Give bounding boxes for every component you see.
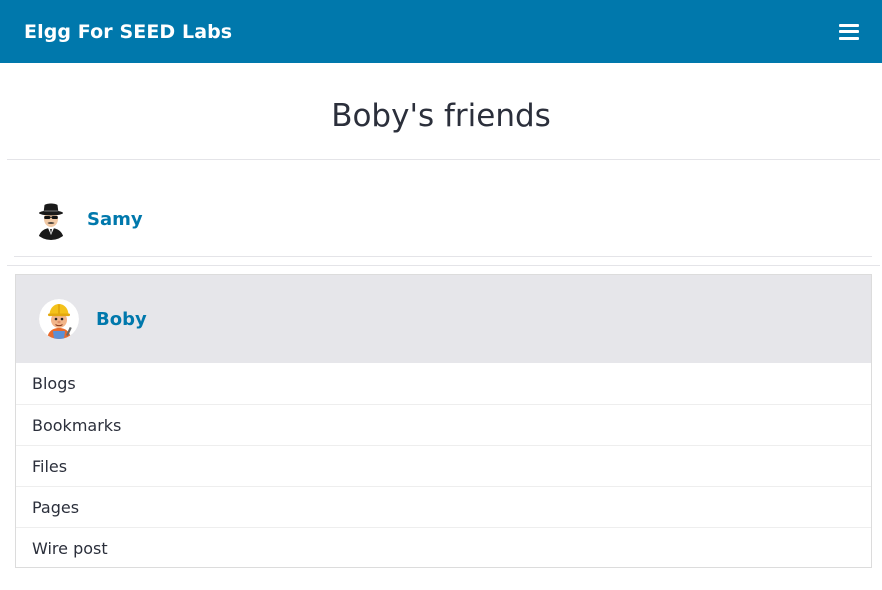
menu-item-wire-post[interactable]: Wire post bbox=[16, 527, 871, 568]
owner-content-menu: Blogs Bookmarks Files Pages Wire post bbox=[16, 363, 871, 568]
menu-item-files[interactable]: Files bbox=[16, 445, 871, 486]
hamburger-menu-button[interactable] bbox=[838, 23, 860, 41]
menu-item-bookmarks[interactable]: Bookmarks bbox=[16, 404, 871, 445]
builder-avatar[interactable] bbox=[39, 299, 79, 339]
menu-item-pages[interactable]: Pages bbox=[16, 486, 871, 527]
site-title-link[interactable]: Elgg For SEED Labs bbox=[24, 21, 232, 43]
owner-block: Boby Blogs Bookmarks Files Pages Wire po… bbox=[15, 274, 872, 568]
friend-list-item: Samy bbox=[14, 183, 872, 257]
hamburger-icon bbox=[839, 23, 859, 27]
page-title: Boby's friends bbox=[331, 98, 551, 134]
title-divider bbox=[7, 159, 880, 160]
hamburger-icon-bar bbox=[839, 30, 859, 33]
friend-name-link[interactable]: Samy bbox=[87, 209, 143, 230]
hamburger-icon-bar bbox=[839, 36, 859, 40]
spy-avatar[interactable] bbox=[31, 199, 71, 240]
owner-name-link[interactable]: Boby bbox=[96, 309, 147, 330]
owner-header: Boby bbox=[16, 275, 871, 363]
list-divider bbox=[7, 265, 880, 266]
menu-item-blogs[interactable]: Blogs bbox=[16, 363, 871, 404]
topbar: Elgg For SEED Labs bbox=[0, 0, 882, 63]
